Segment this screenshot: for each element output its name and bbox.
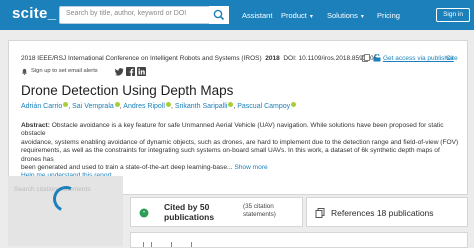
cited-by-line1: Cited by 50 [164,202,210,212]
abstract-line: Obstacle avoidance is a key feature for … [21,122,444,138]
orcid-icon[interactable] [291,102,297,107]
author-link[interactable]: Pascual Campoy [237,103,290,110]
citation-search-placeholder: Search citation statements [14,186,91,193]
cited-by-line2: publications [164,212,215,222]
venue-name: 2018 IEEE/RSJ International Conference o… [21,55,262,62]
cite-button[interactable]: Cite [446,55,458,62]
divider [171,242,172,247]
scite-logo[interactable]: scite_ [12,5,56,22]
top-nav: scite_ Search by title, author, keyword … [0,0,474,30]
nav-pricing[interactable]: Pricing [377,11,400,20]
divider [191,242,192,247]
references-icon [315,208,325,218]
citation-statements-count: (35 citation statements) [243,203,276,219]
abstract: Abstract: Obstacle avoidance is a key fe… [21,122,461,172]
paper-card: 2018 IEEE/RSJ International Conference o… [8,40,468,195]
citation-search-panel[interactable]: Search citation statements [8,176,123,246]
author-list: Adrián Carrio, Sai Vemprala, Andres Ripo… [21,102,297,110]
abstract-label: Abstract: [21,122,50,129]
nav-product[interactable]: Product ▾ [281,11,313,20]
sign-in-button[interactable]: Sign in [436,8,470,22]
svg-text:”: ” [143,211,145,218]
facebook-icon[interactable] [126,67,135,76]
paper-title: Drone Detection Using Depth Maps [21,83,234,98]
cited-by-count: Cited by 50 publications [164,202,214,222]
references-count: References 18 publications [331,208,434,218]
get-access-link[interactable]: Get access via publisher [383,55,454,62]
author-link[interactable]: Adrián Carrio [21,103,62,110]
nav-solutions-label: Solutions [327,11,358,20]
quote-bubble-icon: ” [139,208,149,218]
search-input[interactable]: Search by title, author, keyword or DOI [59,6,229,24]
author-link[interactable]: Andres Ripoll [123,103,165,110]
chevron-down-icon: ▾ [309,14,313,20]
twitter-icon[interactable] [115,67,124,76]
linkedin-icon[interactable] [137,67,146,76]
tab-references[interactable]: References 18 publications [306,197,468,227]
abstract-line: requirements, as well as the constraints… [21,147,440,163]
statements-line1: (35 citation [243,203,274,210]
bell-icon [22,68,27,75]
citation-list-header [130,232,468,248]
author-link[interactable]: Sai Vemprala [72,103,114,110]
paper-year: 2018 [265,55,280,62]
abstract-line: been generated and used to train a state… [21,164,233,172]
tab-cited-by[interactable]: ” Cited by 50 publications (35 citation … [130,197,303,227]
copy-icon[interactable] [362,54,370,62]
email-alerts-link[interactable]: Sign up to set email alerts [31,68,98,74]
search-icon[interactable] [209,6,229,24]
abstract-line: avoidance, systems enabling avoidance of… [21,138,459,146]
divider [151,242,152,247]
author-link[interactable]: Srikanth Saripalli [175,103,228,110]
search-placeholder: Search by title, author, keyword or DOI [66,10,187,17]
venue-line: 2018 IEEE/RSJ International Conference o… [21,55,377,62]
nav-solutions[interactable]: Solutions ▾ [327,11,364,20]
checkbox-icon[interactable] [143,242,144,247]
open-access-icon [373,54,381,62]
show-more-link[interactable]: Show more [234,164,267,171]
nav-assistant[interactable]: Assistant [242,11,272,20]
statements-line2: statements) [243,211,276,218]
chevron-down-icon: ▾ [360,14,364,20]
nav-product-label: Product [281,11,307,20]
